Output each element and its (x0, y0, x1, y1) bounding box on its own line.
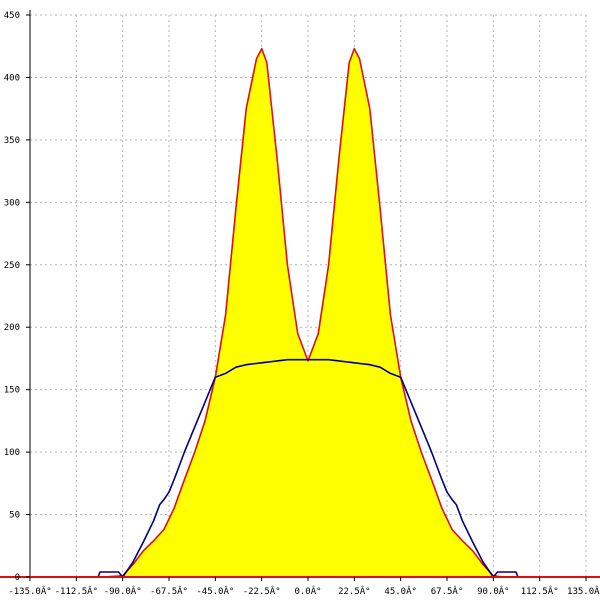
x-tick-label: 22.5Â° (338, 585, 371, 597)
y-tick-label: 350 (4, 136, 20, 146)
x-tick-label: -90.0Â° (104, 585, 142, 597)
x-tick-label: 67.5Â° (431, 585, 464, 597)
y-tick-label: 250 (4, 261, 20, 271)
x-tick-label: -45.0Â° (196, 585, 234, 597)
y-tick-label: 150 (4, 386, 20, 396)
x-tick-label: -67.5Â° (150, 585, 188, 597)
y-tick-label: 200 (4, 323, 20, 333)
x-tick-label: 45.0Â° (384, 585, 417, 597)
y-tick-label: 300 (4, 198, 20, 208)
y-tick-label: 400 (4, 73, 20, 83)
y-tick-label: 100 (4, 448, 20, 458)
x-tick-label: -112.5Â° (55, 585, 98, 597)
x-tick-label: -135.0Â° (8, 585, 51, 597)
y-tick-label: 50 (9, 511, 20, 521)
x-tick-label: 0.0Â° (294, 585, 321, 597)
x-tick-label: 112.5Â° (521, 585, 559, 597)
x-tick-label: 135.0Â° (567, 585, 600, 597)
x-tick-label: -22.5Â° (243, 585, 281, 597)
chart: -135.0Â° -112.5Â° -90.0Â° -67.5Â° -45.0Â° -22… (0, 0, 600, 600)
y-tick-label: 450 (4, 11, 20, 21)
y-tick-label: 0 (15, 573, 20, 583)
x-tick-label: 90.0Â° (477, 585, 510, 597)
